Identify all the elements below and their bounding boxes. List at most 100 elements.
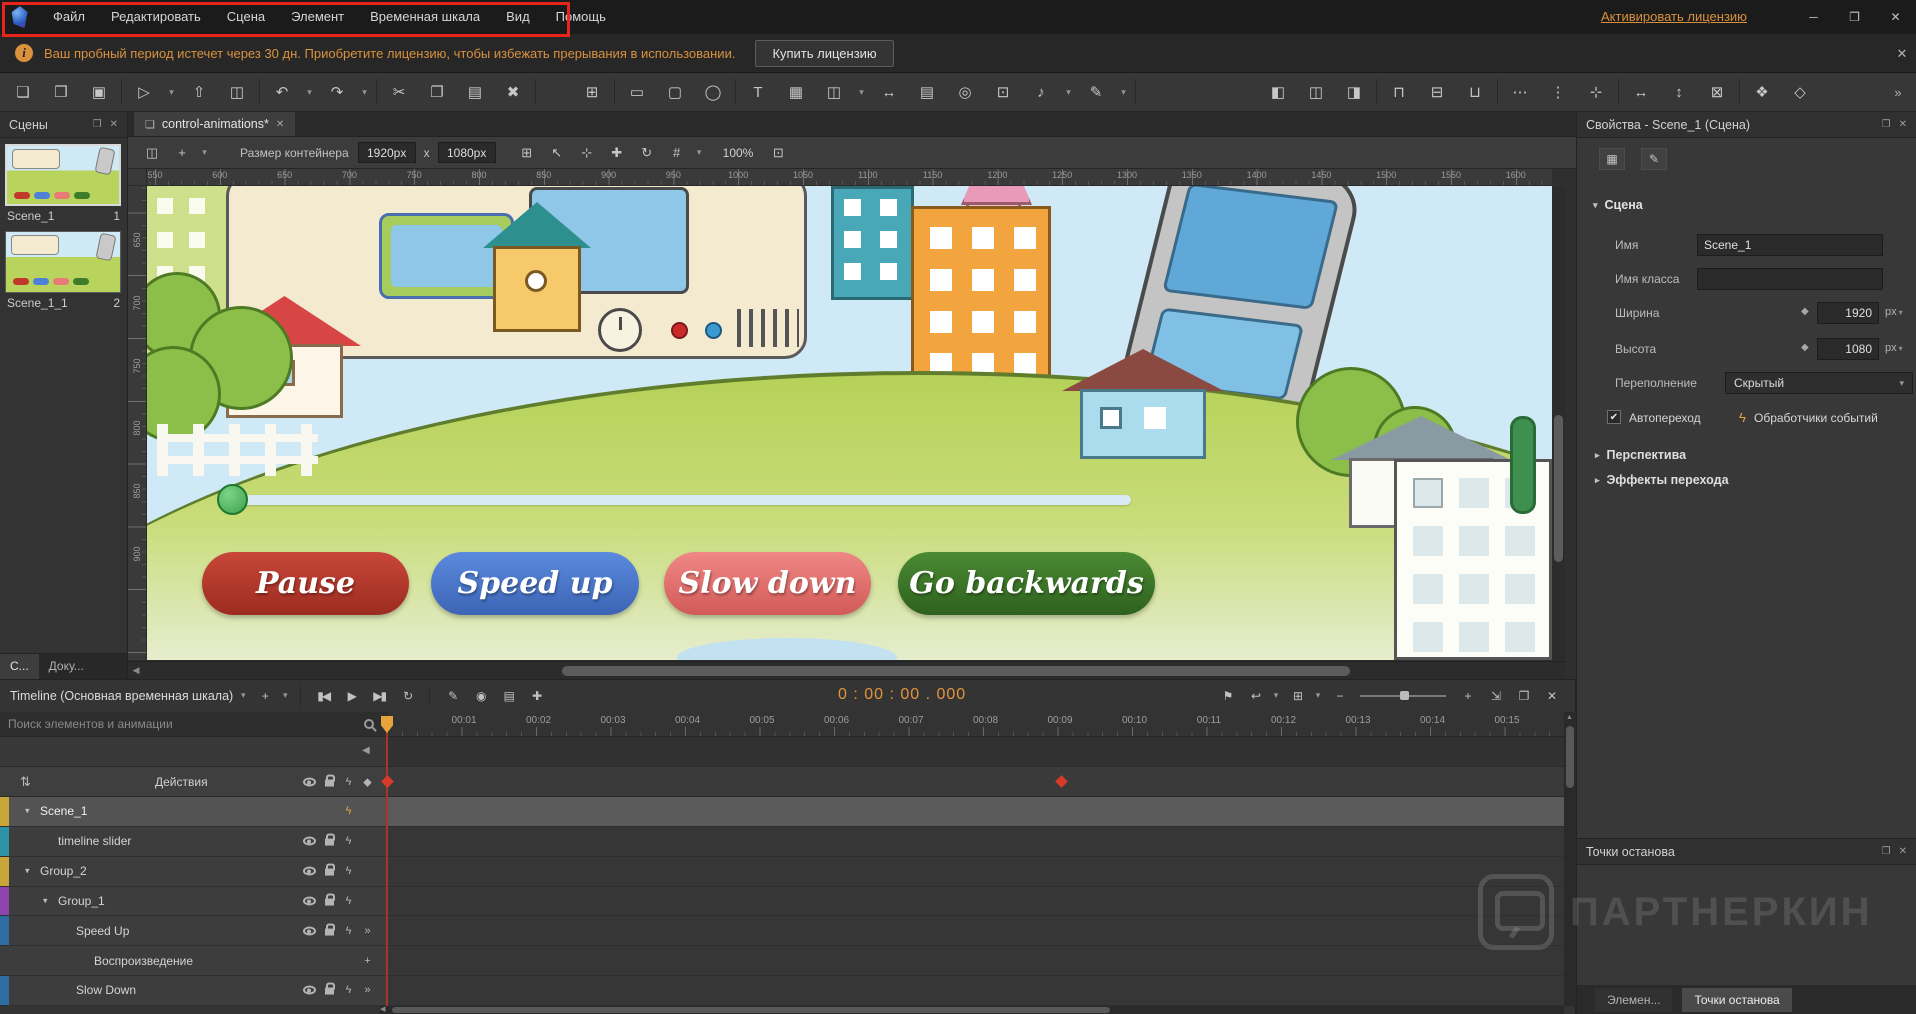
height-input[interactable] xyxy=(1817,338,1879,360)
snapping-icon[interactable]: ⊞ xyxy=(1284,684,1310,708)
pen-tool-icon[interactable]: ✎ xyxy=(1079,77,1113,107)
event-handlers-label[interactable]: Обработчики событий xyxy=(1754,411,1878,425)
scene-item-1[interactable]: Scene_11 xyxy=(5,144,122,223)
timeline-row-timeline-slider[interactable]: timeline sliderϟ xyxy=(0,827,1576,857)
document-tab[interactable]: ❏control-animations*✕ xyxy=(134,112,295,136)
gallery-dropdown-icon[interactable]: ▾ xyxy=(855,77,868,107)
menubar-item-scene[interactable]: Сцена xyxy=(214,0,278,34)
section-perspective[interactable]: ▸Перспектива xyxy=(1577,444,1916,466)
scene-cursor-icon[interactable]: ✎ xyxy=(1641,148,1667,170)
container-width-input[interactable] xyxy=(358,142,416,163)
dock-layout-icon[interactable]: ◫ xyxy=(138,141,166,165)
zoom-slider-thumb[interactable] xyxy=(1400,691,1409,700)
timeline-search-input[interactable] xyxy=(0,716,364,732)
timeline-row-speed-up[interactable]: Speed Upϟ» xyxy=(0,916,1576,946)
embed-tool-icon[interactable]: ⊡ xyxy=(986,77,1020,107)
event-handlers-icon[interactable]: ϟ xyxy=(341,835,356,847)
scroll-left-icon[interactable]: ◀ xyxy=(380,1006,385,1014)
align-middle-icon[interactable]: ⊟ xyxy=(1420,77,1454,107)
rectangle-tool-icon[interactable]: ▭ xyxy=(620,77,654,107)
scene-background-image-icon[interactable]: ▦ xyxy=(1599,148,1625,170)
loop-icon[interactable]: ↻ xyxy=(394,684,420,708)
actions-track[interactable] xyxy=(387,767,1576,796)
float-panel-icon[interactable]: ❐ xyxy=(1510,684,1536,708)
timeline-title[interactable]: Timeline (Основная временная шкала) xyxy=(10,689,233,703)
play-icon[interactable]: ▶ xyxy=(338,684,364,708)
redo-dropdown-icon[interactable]: ▾ xyxy=(358,77,371,107)
add-keyframe-icon[interactable]: ✚ xyxy=(523,684,549,708)
height-unit-dropdown[interactable]: px▾ xyxy=(1885,342,1903,354)
toolbar-overflow-icon[interactable]: » xyxy=(1886,73,1910,112)
event-handlers-icon[interactable]: ϟ xyxy=(1739,410,1746,425)
gallery-tool-icon[interactable]: ◫ xyxy=(817,77,851,107)
canvas-horizontal-scrollbar[interactable]: ◀ xyxy=(128,661,1565,679)
expand-row-icon[interactable]: ▾ xyxy=(25,806,30,817)
event-handlers-icon[interactable]: ϟ xyxy=(341,895,356,907)
timeline-row-scene-1[interactable]: ▾Scene_1ϟ xyxy=(0,797,1576,827)
go-backwards-button[interactable]: Go backwards xyxy=(898,552,1155,615)
add-timeline-icon[interactable]: + xyxy=(251,684,277,708)
scene-section-header[interactable]: ▾ Сцена xyxy=(1577,194,1916,216)
scrollbar-thumb[interactable] xyxy=(1566,726,1574,788)
close-panel-icon[interactable]: ✕ xyxy=(1899,119,1907,130)
close-panel-icon[interactable]: ✕ xyxy=(110,119,118,130)
window-close-button[interactable]: ✕ xyxy=(1875,0,1916,34)
canvas-vertical-scrollbar[interactable] xyxy=(1552,186,1565,660)
event-handlers-icon[interactable]: ϟ xyxy=(341,805,356,817)
cut-icon[interactable]: ✂ xyxy=(382,77,416,107)
lock-icon[interactable] xyxy=(325,899,334,906)
timeline-ruler[interactable]: 000:0100:0200:0300:0400:0500:0600:0700:0… xyxy=(387,712,1564,737)
lock-icon[interactable] xyxy=(325,839,334,846)
timeline-vertical-scrollbar[interactable]: ▲ xyxy=(1564,712,1576,1006)
stage-canvas[interactable]: PauseSpeed upSlow downGo backwards xyxy=(147,186,1552,660)
rounded-rectangle-tool-icon[interactable]: ▢ xyxy=(658,77,692,107)
eye-column-icon[interactable] xyxy=(303,777,316,786)
timeline-menu-dropdown-icon[interactable]: ▾ xyxy=(279,684,291,708)
preview-icon[interactable]: ▷ xyxy=(127,77,161,107)
zoom-level-value[interactable]: 100% xyxy=(723,146,754,160)
event-handlers-icon[interactable]: ϟ xyxy=(341,984,356,996)
transform-tool-icon[interactable]: ⊹ xyxy=(573,141,601,165)
preview-dropdown-icon[interactable]: ▾ xyxy=(165,77,178,107)
scrollbar-thumb[interactable] xyxy=(562,666,1350,676)
right-tab-0[interactable]: Элемен... xyxy=(1595,988,1672,1012)
select-tool-icon[interactable]: ↖ xyxy=(543,141,571,165)
lock-icon[interactable] xyxy=(325,869,334,876)
event-handlers-icon[interactable]: ϟ xyxy=(341,925,356,937)
expand-row-icon[interactable]: ▾ xyxy=(25,866,30,877)
distribute-horizontal-icon[interactable]: ⋯ xyxy=(1503,77,1537,107)
expand-row-icon[interactable]: ▾ xyxy=(43,895,48,906)
lock-column-icon[interactable] xyxy=(325,779,334,786)
autoadvance-checkbox[interactable]: ✔ xyxy=(1607,410,1621,424)
window-maximize-button[interactable]: ❐ xyxy=(1834,0,1875,34)
align-top-icon[interactable]: ⊓ xyxy=(1382,77,1416,107)
timeline-zoom-slider[interactable] xyxy=(1360,695,1446,697)
slow-down-button[interactable]: Slow down xyxy=(664,552,871,615)
menubar-item-view[interactable]: Вид xyxy=(493,0,543,34)
float-panel-icon[interactable]: ❐ xyxy=(1882,119,1891,130)
timeline-row-group-1[interactable]: ▾Group_1ϟ xyxy=(0,887,1576,917)
fit-to-window-icon[interactable]: ⊡ xyxy=(764,141,792,165)
timeline-horizontal-scrollbar[interactable]: ◀ xyxy=(380,1006,1564,1014)
same-height-icon[interactable]: ↕ xyxy=(1662,77,1696,107)
record-icon[interactable]: ◉ xyxy=(467,684,493,708)
eye-icon[interactable] xyxy=(303,926,316,935)
activate-license-link[interactable]: Активировать лицензию xyxy=(1601,0,1747,34)
section-transition-effects[interactable]: ▸Эффекты перехода xyxy=(1577,469,1916,491)
image-tool-icon[interactable]: ▦ xyxy=(779,77,813,107)
scrollbar-thumb[interactable] xyxy=(392,1007,1110,1013)
audio-tool-icon[interactable]: ♪ xyxy=(1024,77,1058,107)
undo-dropdown-icon[interactable]: ▾ xyxy=(303,77,316,107)
buy-license-button[interactable]: Купить лицензию xyxy=(755,40,893,67)
ungroup-icon[interactable]: ◇ xyxy=(1783,77,1817,107)
undo-icon[interactable]: ↶ xyxy=(265,77,299,107)
timeline-select-dropdown-icon[interactable]: ▾ xyxy=(237,684,249,708)
lock-icon[interactable] xyxy=(325,988,334,995)
right-tab-1[interactable]: Точки останова xyxy=(1682,988,1791,1012)
timeline-row-track[interactable] xyxy=(387,976,1576,1005)
insert-label-icon[interactable]: ⚑ xyxy=(1214,684,1240,708)
scroll-up-icon[interactable]: ▲ xyxy=(1566,714,1573,721)
align-left-icon[interactable]: ◧ xyxy=(1261,77,1295,107)
align-bottom-icon[interactable]: ⊔ xyxy=(1458,77,1492,107)
scene-thumbnail[interactable] xyxy=(5,144,121,206)
